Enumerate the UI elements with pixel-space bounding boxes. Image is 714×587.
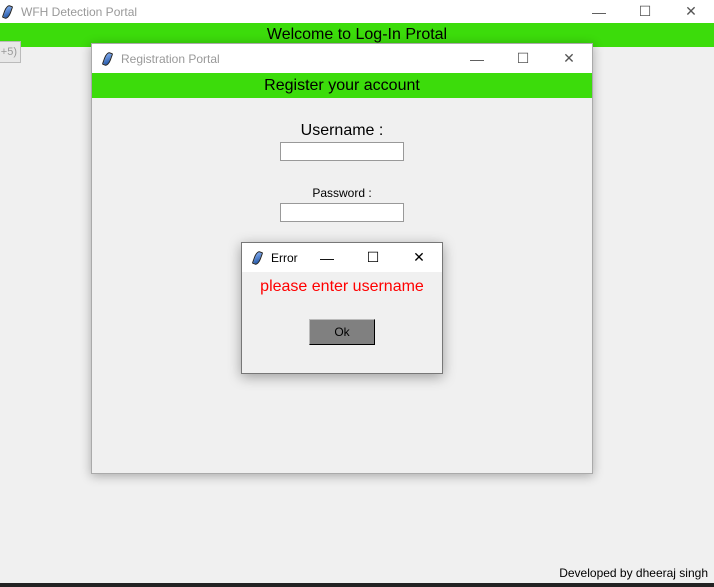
registration-titlebar: Registration Portal — ☐ ✕ (92, 44, 592, 73)
error-message: please enter username (260, 278, 424, 295)
maximize-button[interactable]: ☐ (350, 243, 396, 272)
partial-button[interactable]: +5) (0, 41, 21, 63)
ok-button[interactable]: Ok (309, 319, 375, 345)
maximize-button[interactable]: ☐ (622, 0, 668, 23)
minimize-button[interactable]: — (576, 0, 622, 23)
error-dialog: Error — ☐ ✕ please enter username Ok (241, 242, 443, 374)
footer-credit: Developed by dheeraj singh (559, 566, 708, 580)
registration-title: Registration Portal (121, 51, 220, 66)
minimize-button[interactable]: — (304, 243, 350, 272)
feather-icon (101, 50, 114, 67)
error-titlebar: Error — ☐ ✕ (242, 243, 442, 272)
feather-icon (251, 249, 264, 266)
main-title: WFH Detection Portal (21, 4, 138, 19)
feather-icon (1, 3, 14, 20)
registration-banner: Register your account (92, 73, 592, 98)
main-titlebar: WFH Detection Portal — ☐ ✕ (0, 0, 714, 23)
password-label: Password : (312, 186, 372, 200)
close-button[interactable]: ✕ (396, 243, 442, 272)
close-button[interactable]: ✕ (668, 0, 714, 23)
username-input[interactable] (280, 142, 404, 161)
password-input[interactable] (280, 203, 404, 222)
minimize-button[interactable]: — (454, 44, 500, 73)
close-button[interactable]: ✕ (546, 44, 592, 73)
error-title: Error (271, 250, 298, 265)
maximize-button[interactable]: ☐ (500, 44, 546, 73)
username-label: Username : (300, 122, 384, 139)
taskbar-strip (0, 583, 714, 587)
